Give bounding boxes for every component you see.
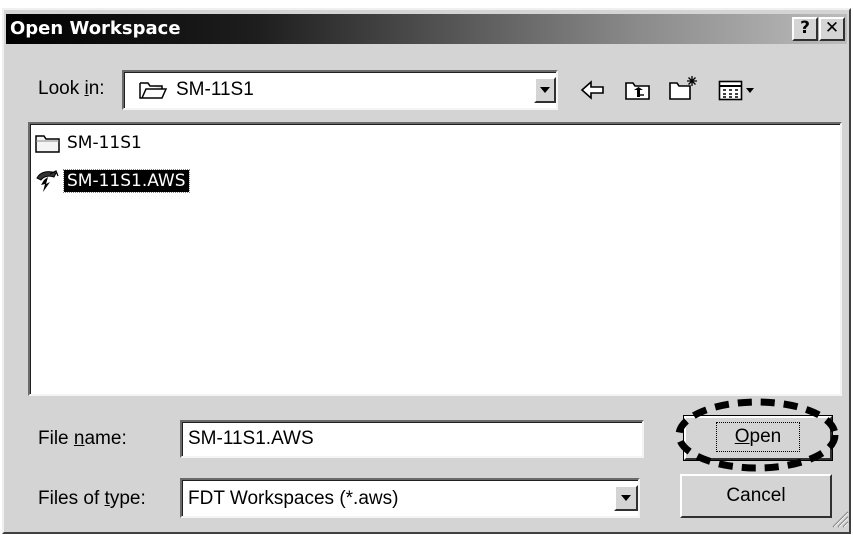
cancel-button[interactable]: Cancel — [680, 474, 832, 518]
list-item-label: SM-11S1.AWS — [63, 169, 190, 193]
look-in-label: Look in: — [38, 78, 105, 99]
file-list[interactable]: SM-11S1 SM-11S1.AWS — [28, 122, 842, 396]
highlight-ellipse — [675, 398, 839, 472]
list-item-label: SM-11S1 — [67, 133, 142, 153]
title-bar[interactable]: Open Workspace ? ✕ — [6, 14, 847, 44]
list-item[interactable]: SM-11S1.AWS — [30, 168, 190, 194]
up-folder-icon[interactable] — [624, 78, 652, 102]
look-in-combobox[interactable]: SM-11S1 — [122, 70, 558, 110]
new-folder-icon[interactable] — [668, 74, 700, 102]
file-type-value: FDT Workspaces (*.aws) — [188, 488, 399, 509]
open-folder-icon — [139, 82, 168, 99]
look-in-value: SM-11S1 — [176, 79, 254, 100]
file-type-label: Files of type: — [38, 488, 146, 509]
help-button[interactable]: ? — [792, 17, 818, 41]
look-in-dropdown-button[interactable] — [534, 77, 556, 103]
file-type-dropdown-button[interactable] — [614, 485, 638, 511]
file-name-input[interactable]: SM-11S1.AWS — [180, 420, 644, 458]
window-title: Open Workspace — [10, 18, 181, 39]
file-type-combobox[interactable]: FDT Workspaces (*.aws) — [180, 478, 640, 518]
folder-icon — [35, 135, 60, 153]
chevron-down-icon — [540, 87, 550, 93]
resize-grip-icon[interactable] — [829, 508, 849, 530]
close-button[interactable]: ✕ — [819, 17, 845, 41]
file-name-label: File name: — [38, 428, 127, 449]
view-menu-icon[interactable] — [718, 80, 758, 102]
list-item[interactable]: SM-11S1 — [30, 130, 145, 156]
workspace-file-icon — [36, 170, 59, 192]
chevron-down-icon — [621, 495, 631, 501]
back-arrow-icon[interactable] — [580, 80, 606, 100]
file-name-value: SM-11S1.AWS — [188, 428, 314, 449]
